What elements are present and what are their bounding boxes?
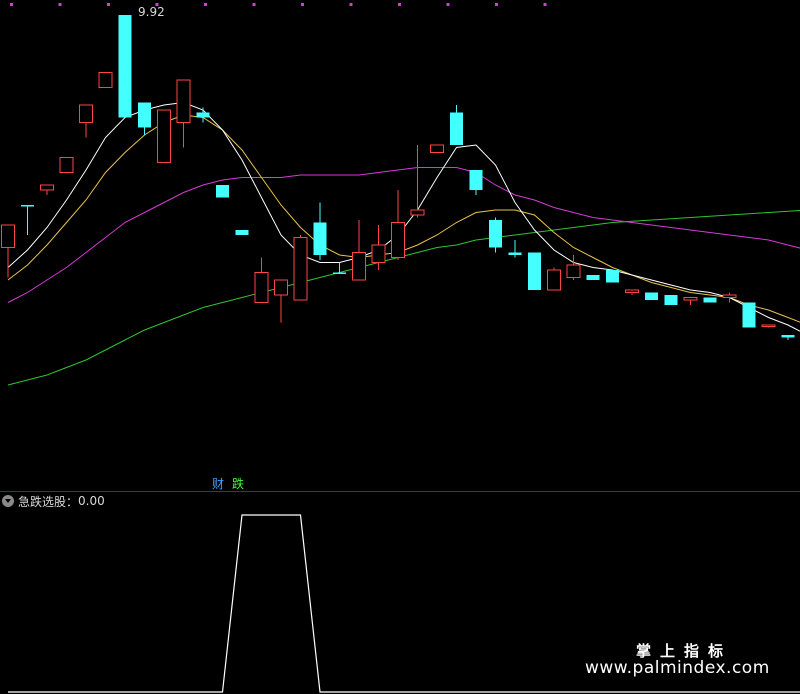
- top-dot: [107, 3, 110, 6]
- price-max-label: 9.92: [138, 5, 165, 19]
- candle-body-up: [274, 279, 288, 296]
- candle-body-up: [176, 79, 191, 123]
- candle-body-down: [469, 170, 483, 190]
- top-dot: [446, 3, 450, 6]
- candle-body-down: [216, 185, 229, 198]
- candle-body-down: [645, 292, 658, 300]
- candle-body-up: [79, 104, 93, 123]
- candle-body-down: [450, 112, 463, 145]
- candle-body-up: [40, 184, 54, 191]
- top-dot: [204, 3, 207, 6]
- candle-body-up: [566, 264, 581, 278]
- candle-body-down: [586, 275, 600, 280]
- candle-body-down: [703, 297, 717, 303]
- top-dot: [349, 3, 353, 6]
- top-dot: [301, 3, 304, 6]
- collapse-toggle-icon[interactable]: [2, 495, 14, 507]
- candle-body-down: [489, 220, 502, 248]
- candle-body-down: [313, 222, 327, 255]
- candle-body-down: [235, 230, 249, 235]
- candle-body-up: [293, 237, 308, 301]
- ma-line-white: [7, 101, 800, 332]
- indicator-value: 0.00: [78, 494, 105, 508]
- watermark-url: www.palmindex.com: [585, 658, 770, 678]
- candle-body-down: [508, 252, 522, 255]
- top-dot: [398, 3, 401, 6]
- candle-body-up: [430, 144, 444, 153]
- candle-body-down: [21, 205, 34, 207]
- candle-body-up: [352, 252, 366, 281]
- candle-body-down: [138, 102, 151, 128]
- candle-body-up: [722, 294, 737, 298]
- indicator-title: 急跌选股：: [18, 494, 79, 509]
- top-dot: [10, 3, 13, 6]
- top-dot: [495, 3, 498, 6]
- candle-body-down: [664, 295, 678, 305]
- candle-body-up: [371, 244, 386, 263]
- price-chart: [0, 3, 800, 693]
- candle-body-up: [98, 72, 113, 88]
- candle-body-down: [742, 302, 756, 328]
- candle-body-up: [761, 324, 776, 327]
- top-dot: [58, 3, 62, 6]
- indicator-header: 急跌选股： 0.00: [2, 493, 105, 509]
- candle-body-up: [254, 272, 269, 303]
- candle-body-down: [528, 252, 541, 290]
- candle-body-down: [333, 272, 346, 274]
- candle-body-up: [59, 157, 74, 173]
- candle-body-up: [391, 222, 405, 258]
- candle-body-down: [118, 15, 132, 118]
- top-dot: [543, 3, 547, 6]
- candle-body-up: [683, 297, 698, 301]
- candle-body-down: [196, 112, 210, 118]
- candle-body-up: [625, 289, 639, 293]
- candle-body-down: [781, 335, 795, 338]
- candle-body-up: [410, 209, 425, 216]
- top-dot: [252, 3, 256, 6]
- candle-body-up: [547, 269, 561, 291]
- candle-body-up: [157, 109, 171, 163]
- signal-marker-die: 跌: [232, 477, 245, 491]
- candle-body-up: [1, 224, 15, 248]
- candle-body-down: [606, 270, 619, 283]
- ma-line-yellow: [7, 114, 800, 323]
- signal-marker-cai: 财: [212, 477, 225, 491]
